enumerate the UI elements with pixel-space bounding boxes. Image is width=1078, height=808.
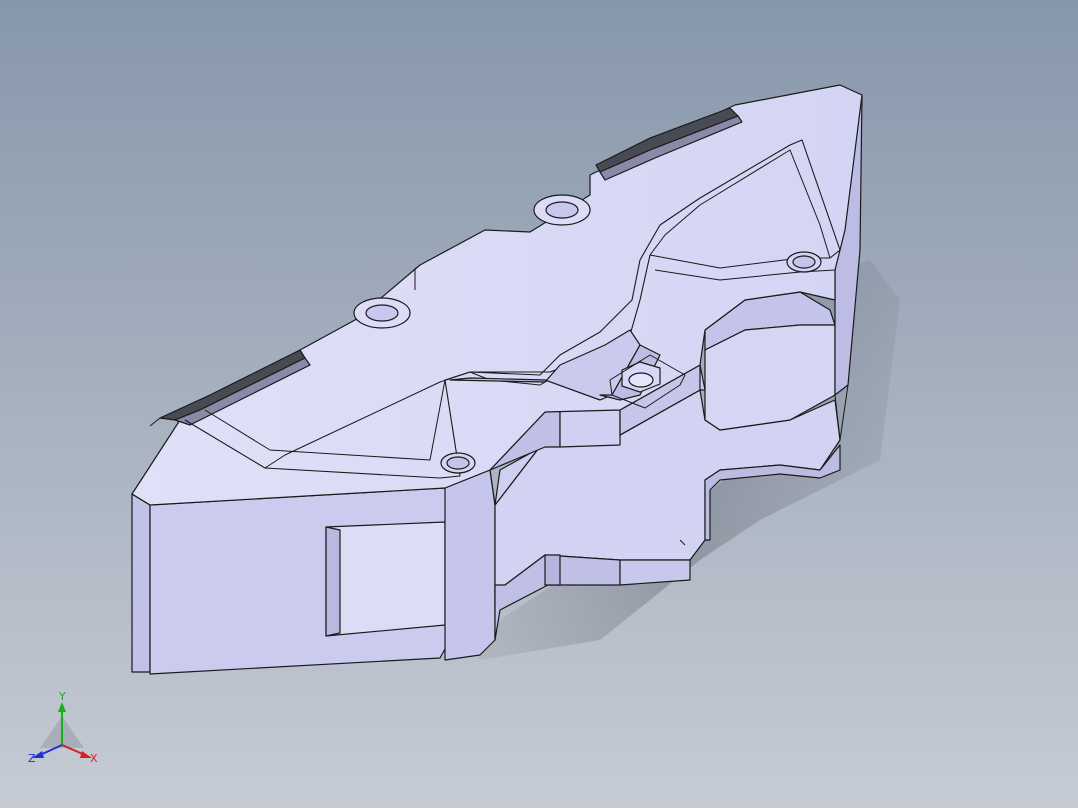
upper-wall [559, 409, 621, 448]
y-axis-arrow [58, 702, 66, 712]
model-view[interactable] [0, 0, 1078, 808]
graphics-viewport[interactable]: Y X Z [0, 0, 1078, 808]
lower-body-side [444, 469, 496, 661]
bolt-head-top [628, 372, 654, 388]
y-axis-label: Y [58, 690, 66, 703]
left-end-face [131, 493, 151, 673]
x-axis-label: X [90, 752, 98, 765]
mount-hole-rear-inner [792, 255, 816, 269]
z-axis-label: Z [28, 752, 36, 765]
boss-right-hole [545, 201, 579, 219]
coordinate-triad: Y X Z [28, 690, 98, 765]
boss-left-hole [365, 304, 399, 322]
front-pocket-inner [325, 526, 341, 637]
mount-hole-front-inner [446, 456, 470, 470]
lower-step-wall [619, 559, 691, 586]
front-pocket [325, 521, 446, 637]
lower-step-wall [544, 554, 561, 586]
